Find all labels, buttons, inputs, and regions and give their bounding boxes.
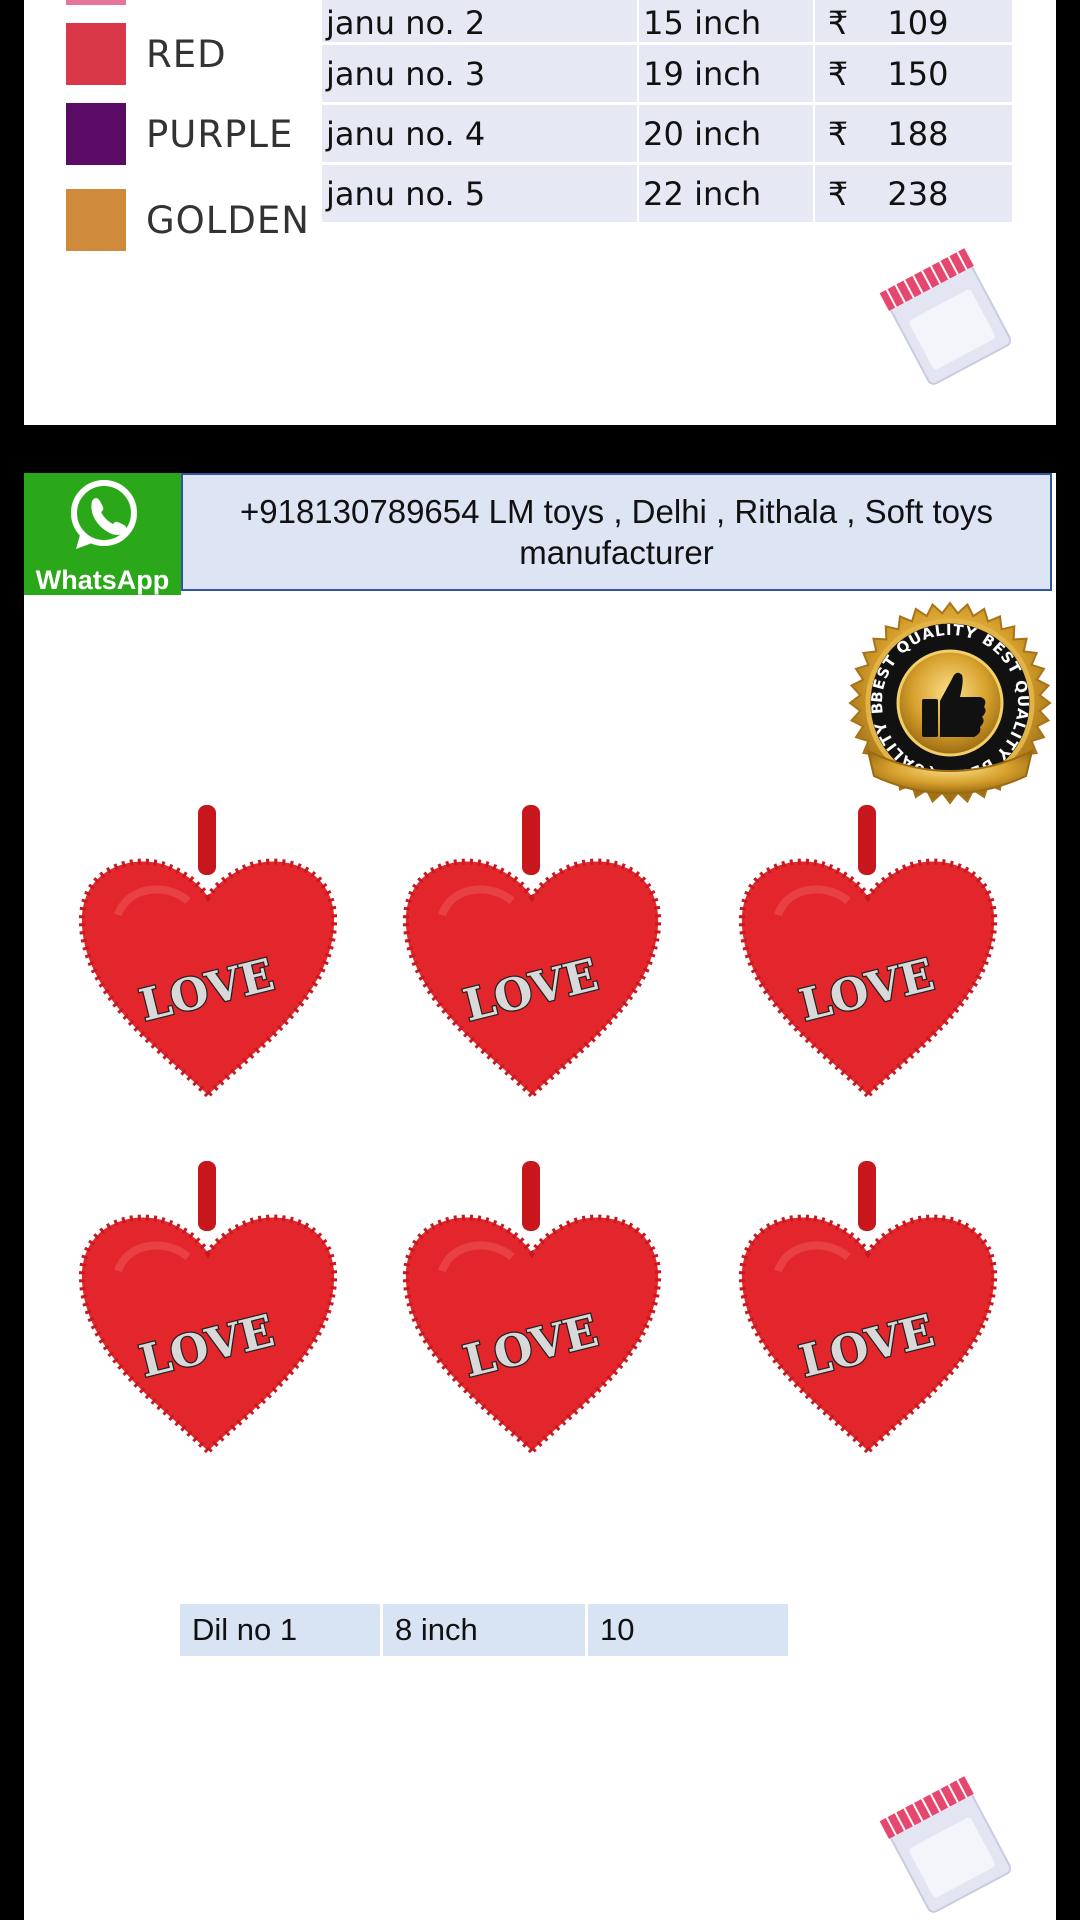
color-swatch [66,189,126,251]
size-price-table: janu no. 2 15 inch ₹ 109 janu no. 3 19 i… [322,0,1014,225]
table-row: janu no. 4 20 inch ₹ 188 [322,103,1014,165]
product-name: Dil no 1 [180,1604,383,1656]
table-row: janu no. 2 15 inch ₹ 109 [322,0,1014,45]
currency-symbol: ₹ [813,163,862,225]
item-size: 22 inch [638,163,815,225]
contact-text: +918130789654 LM toys , Delhi , Rithala … [239,493,994,571]
product-panel: WhatsApp +918130789654 LM toys , Delhi ,… [24,473,1056,1920]
item-name: janu no. 3 [322,43,640,105]
color-swatch-pink [66,0,126,5]
color-swatch [66,23,126,85]
table-row: janu no. 5 22 inch ₹ 238 [322,163,1014,225]
heart-plush-image: LOVE [718,1161,1018,1461]
item-price: 150 [861,43,1014,105]
heart-plush-image: LOVE [382,1161,682,1461]
item-name: janu no. 4 [322,103,640,165]
product-price: 10 [586,1604,788,1656]
item-name: janu no. 2 [322,0,640,45]
contact-info: +918130789654 LM toys , Delhi , Rithala … [181,473,1052,591]
heart-plush-image: LOVE [58,1161,358,1461]
product-table: Dil no 1 8 inch 10 [180,1604,788,1656]
whatsapp-label: WhatsApp [35,565,170,595]
table-row: janu no. 3 19 inch ₹ 150 [322,43,1014,105]
color-swatch [66,103,126,165]
item-price: 109 [861,0,1014,45]
currency-symbol: ₹ [813,103,862,165]
heart-plush-image: LOVE [718,805,1018,1105]
currency-symbol: ₹ [813,0,862,45]
item-price: 238 [861,163,1014,225]
item-name: janu no. 5 [322,163,640,225]
color-label: PURPLE [146,113,294,156]
table-row: Dil no 1 8 inch 10 [180,1604,788,1656]
polybag-icon [879,248,1011,385]
color-label: RED [146,33,227,76]
best-quality-badge: BEST QUALITY BEST QUALITY BEST QUALITY B… [848,601,1052,805]
item-size: 19 inch [638,43,815,105]
item-price: 188 [861,103,1014,165]
item-size: 15 inch [638,0,815,45]
price-list-panel: RED PURPLE GOLDEN janu no. 2 15 inch ₹ 1… [24,0,1056,425]
item-size: 20 inch [638,103,815,165]
heart-plush-image: LOVE [58,805,358,1105]
whatsapp-icon [71,480,137,549]
currency-symbol: ₹ [813,43,862,105]
product-size: 8 inch [381,1604,588,1656]
polybag-icon [879,1776,1011,1913]
whatsapp-logo[interactable]: WhatsApp [24,473,181,595]
color-label: GOLDEN [146,199,310,242]
heart-plush-image: LOVE [382,805,682,1105]
